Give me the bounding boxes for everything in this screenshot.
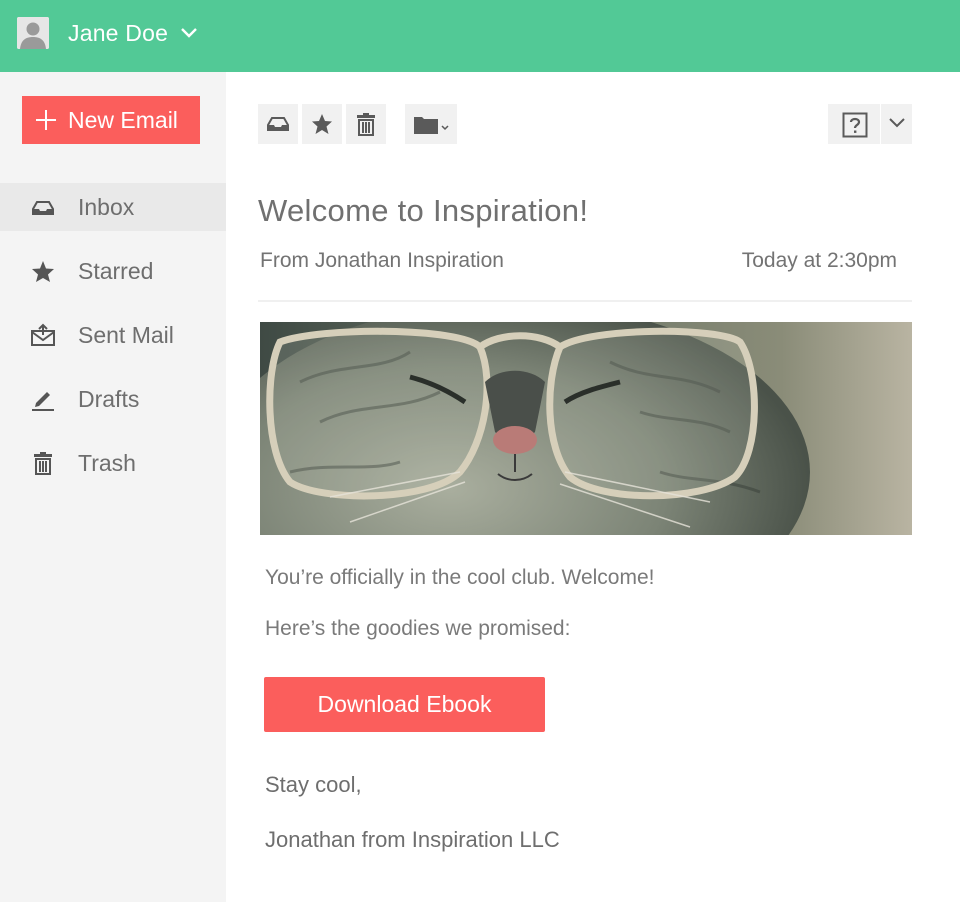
- sidebar-item-sent-mail[interactable]: Sent Mail: [0, 311, 226, 359]
- email-timestamp: Today at 2:30pm: [741, 249, 897, 272]
- toolbar-trash-button[interactable]: [346, 104, 386, 144]
- sidebar-item-starred[interactable]: Starred: [0, 247, 226, 295]
- sidebar: New Email Inbox Starred Sent Mail Drafts…: [0, 72, 226, 902]
- email-sender: From Jonathan Inspiration: [260, 249, 504, 272]
- email-subject: Welcome to Inspiration!: [258, 193, 589, 228]
- sidebar-item-label: Starred: [78, 258, 154, 284]
- sidebar-item-label: Drafts: [78, 386, 140, 412]
- inbox-icon: [32, 201, 54, 215]
- sent-mail-icon: [31, 323, 55, 346]
- star-icon: [312, 114, 332, 134]
- sidebar-item-trash[interactable]: Trash: [0, 439, 226, 487]
- cat-with-glasses-image: [260, 322, 912, 535]
- email-hero-image: [260, 322, 912, 535]
- star-icon: [32, 261, 54, 282]
- help-button[interactable]: [828, 104, 880, 144]
- sidebar-item-label: Inbox: [78, 194, 135, 220]
- folder-icon: [414, 117, 449, 134]
- avatar[interactable]: [17, 17, 49, 49]
- download-ebook-button[interactable]: Download Ebook: [264, 677, 545, 732]
- user-avatar-icon: [17, 17, 49, 49]
- help-icon: [842, 112, 868, 138]
- sidebar-item-drafts[interactable]: Drafts: [0, 375, 226, 423]
- chevron-down-icon: [889, 118, 905, 128]
- toolbar-star-button[interactable]: [302, 104, 342, 144]
- move-to-folder-button[interactable]: [405, 104, 457, 144]
- trash-icon: [34, 452, 52, 475]
- email-body-text: You’re officially in the cool club. Welc…: [265, 566, 655, 589]
- more-options-button[interactable]: [881, 104, 912, 144]
- top-bar: Jane Doe: [0, 0, 960, 72]
- new-email-label: New Email: [68, 106, 178, 133]
- trash-icon: [357, 113, 375, 136]
- plus-icon: [36, 110, 56, 130]
- toolbar-inbox-button[interactable]: [258, 104, 298, 144]
- user-name[interactable]: Jane Doe: [68, 20, 168, 47]
- sidebar-item-label: Sent Mail: [78, 322, 174, 348]
- email-signoff: Stay cool,: [265, 772, 362, 797]
- header-divider: [258, 300, 912, 302]
- sidebar-item-label: Trash: [78, 450, 136, 476]
- new-email-button[interactable]: New Email: [22, 96, 200, 144]
- chevron-down-icon[interactable]: [179, 26, 199, 40]
- folder-nav: Inbox Starred Sent Mail Drafts Trash: [0, 183, 226, 503]
- email-signature: Jonathan from Inspiration LLC: [265, 827, 560, 852]
- sidebar-item-inbox[interactable]: Inbox: [0, 183, 226, 231]
- email-body-text: Here’s the goodies we promised:: [265, 617, 571, 640]
- inbox-icon: [267, 117, 289, 131]
- pencil-icon: [32, 392, 54, 411]
